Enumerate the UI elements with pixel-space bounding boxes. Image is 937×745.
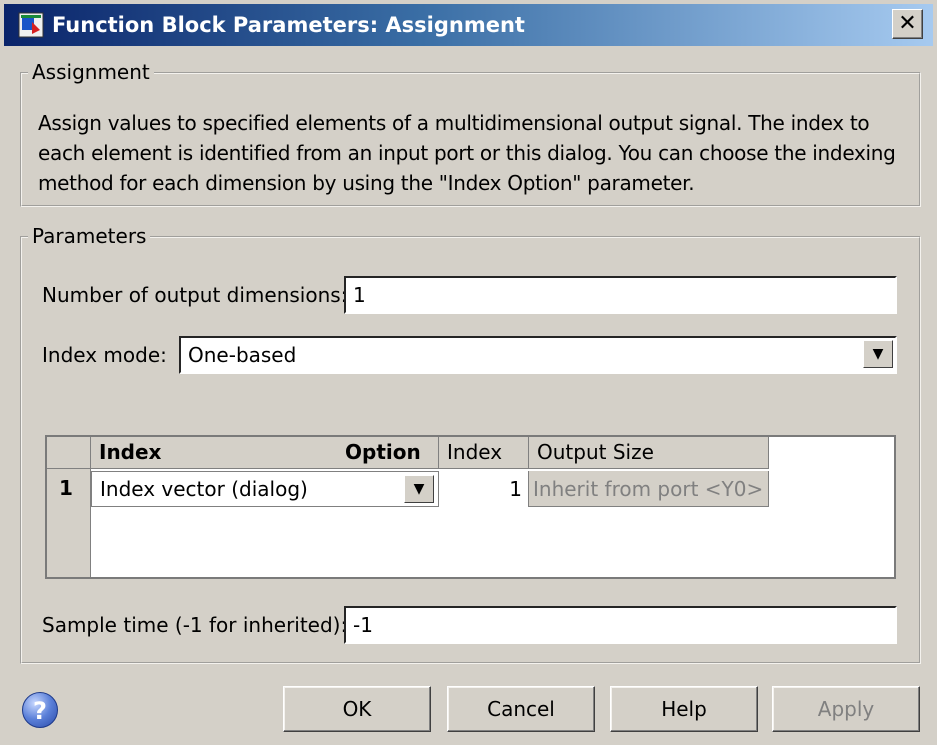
header-index-label: Index	[99, 440, 162, 464]
help-button[interactable]: Help	[610, 686, 758, 732]
index-options-table: Index Option Index Output Size 1 Index v…	[45, 435, 896, 579]
table-corner-header	[47, 437, 91, 469]
table-row-number: 1	[59, 476, 73, 500]
table-row-output-size: Inherit from port <Y0>	[529, 471, 769, 507]
question-icon[interactable]: ?	[22, 692, 58, 728]
table-header-output-size: Output Size	[529, 437, 769, 469]
num-dims-label: Number of output dimensions:	[42, 283, 348, 307]
index-mode-label: Index mode:	[42, 343, 167, 367]
row-option-value: Index vector (dialog)	[100, 477, 308, 501]
chevron-down-icon[interactable]: ▼	[404, 475, 434, 503]
header-option-label: Option	[345, 440, 421, 464]
dialog-window: Function Block Parameters: Assignment ✕ …	[0, 0, 937, 745]
table-row-option-select[interactable]: Index vector (dialog) ▼	[91, 471, 439, 507]
title-bar[interactable]: Function Block Parameters: Assignment ✕	[4, 4, 933, 46]
table-row-index-field[interactable]: 1	[439, 471, 529, 507]
cancel-button[interactable]: Cancel	[447, 686, 595, 732]
sample-time-label: Sample time (-1 for inherited):	[42, 613, 348, 637]
simulink-block-icon	[18, 12, 44, 38]
chevron-down-icon[interactable]: ▼	[863, 340, 893, 368]
sample-time-field[interactable]: -1	[344, 606, 897, 644]
apply-button[interactable]: Apply	[772, 686, 920, 732]
window-title: Function Block Parameters: Assignment	[52, 13, 525, 37]
ok-button[interactable]: OK	[283, 686, 431, 732]
close-icon: ✕	[898, 11, 917, 36]
table-header-index-option: Index Option	[91, 437, 439, 469]
parameters-group-label: Parameters	[28, 224, 151, 248]
assignment-groupbox: Assignment Assign values to specified el…	[20, 60, 921, 207]
index-mode-select[interactable]: One-based ▼	[179, 336, 897, 374]
assignment-group-label: Assignment	[28, 60, 154, 84]
close-button[interactable]: ✕	[892, 9, 923, 39]
block-description: Assign values to specified elements of a…	[38, 111, 896, 195]
num-dims-field[interactable]: 1	[344, 276, 897, 314]
index-mode-value: One-based	[188, 343, 297, 367]
table-header-index: Index	[439, 437, 529, 469]
